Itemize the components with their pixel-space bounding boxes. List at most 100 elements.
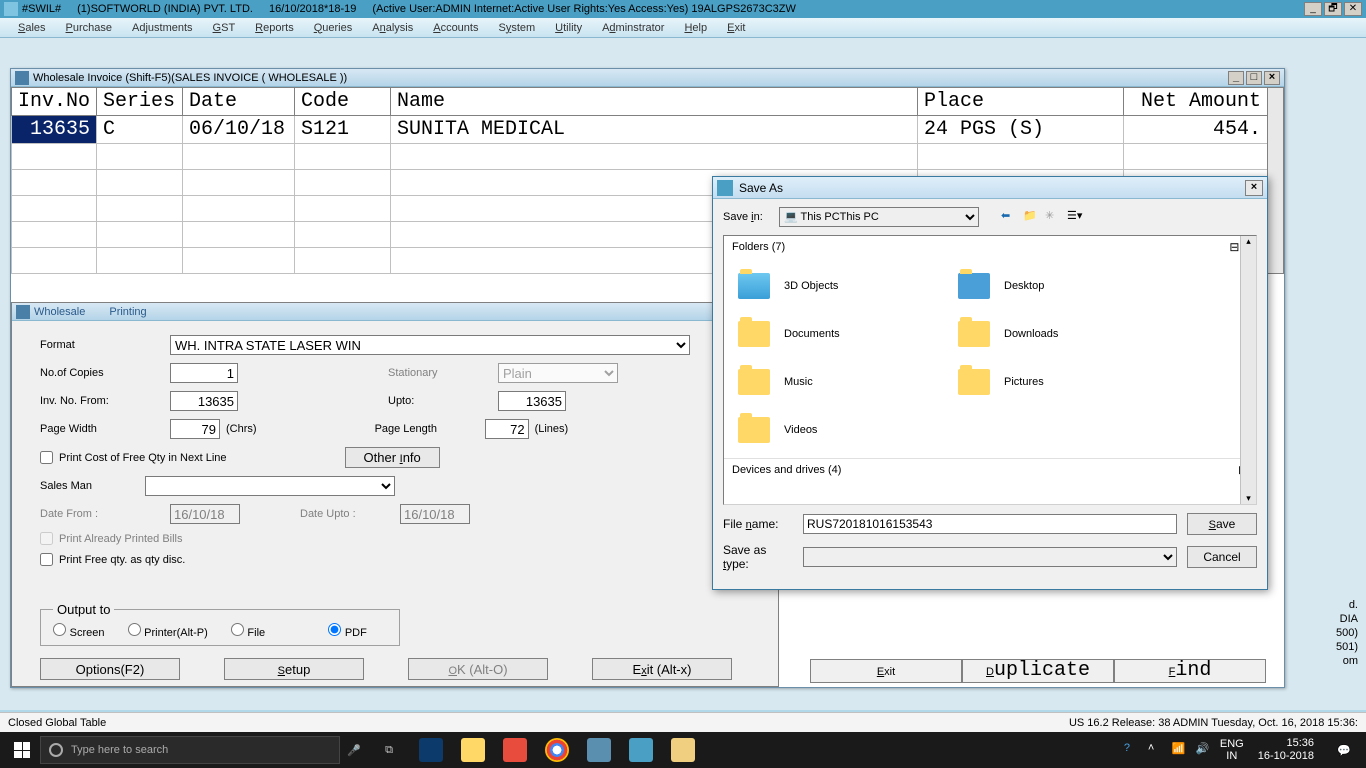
cell-amount[interactable]: 454. bbox=[1124, 116, 1268, 144]
volume-icon[interactable]: 🔊 bbox=[1196, 742, 1212, 758]
cell-place[interactable]: 24 PGS (S) bbox=[918, 116, 1124, 144]
folder-item[interactable]: Videos bbox=[732, 406, 952, 454]
menu-queries[interactable]: Queries bbox=[304, 20, 363, 36]
lang1[interactable]: ENG bbox=[1220, 738, 1244, 750]
menu-accounts[interactable]: Accounts bbox=[423, 20, 488, 36]
pagewidth-input[interactable] bbox=[170, 419, 220, 439]
folder-item[interactable]: Pictures bbox=[952, 358, 1172, 406]
taskbar-app-swil[interactable] bbox=[620, 733, 662, 767]
help-tray-icon[interactable]: ? bbox=[1124, 742, 1140, 758]
task-view-icon[interactable]: ⧉ bbox=[368, 733, 410, 767]
maximize-icon[interactable]: □ bbox=[1246, 71, 1262, 85]
options-button[interactable]: Options(F2) bbox=[40, 658, 180, 680]
grid-scrollbar[interactable] bbox=[1268, 88, 1284, 274]
minimize-icon[interactable]: _ bbox=[1228, 71, 1244, 85]
table-row[interactable]: 13635 C 06/10/18 S121 SUNITA MEDICAL 24 … bbox=[12, 116, 1284, 144]
folder-item[interactable]: 3D Objects bbox=[732, 262, 952, 310]
lang2[interactable]: IN bbox=[1220, 750, 1244, 762]
exit-print-button[interactable]: Exit (Alt-x) bbox=[592, 658, 732, 680]
save-button[interactable]: Save bbox=[1187, 513, 1257, 535]
taskbar-app-chrome[interactable] bbox=[536, 733, 578, 767]
pagelength-input[interactable] bbox=[485, 419, 529, 439]
menu-purchase[interactable]: Purchase bbox=[56, 20, 122, 36]
table-row[interactable] bbox=[12, 144, 1284, 170]
menu-sales[interactable]: Sales bbox=[8, 20, 56, 36]
collapse-icon[interactable]: ⊟ bbox=[1229, 240, 1239, 254]
menu-system[interactable]: System bbox=[488, 20, 545, 36]
format-select[interactable]: WH. INTRA STATE LASER WIN bbox=[170, 335, 690, 355]
upto-input[interactable] bbox=[498, 391, 566, 411]
menu-utility[interactable]: Utility bbox=[545, 20, 592, 36]
folder-item[interactable]: Downloads bbox=[952, 310, 1172, 358]
menu-adjustments[interactable]: Adjustments bbox=[122, 20, 203, 36]
clock[interactable]: 15:36 16-10-2018 bbox=[1252, 737, 1320, 763]
col-invno[interactable]: Inv.No bbox=[12, 88, 97, 116]
menu-gst[interactable]: GST bbox=[203, 20, 246, 36]
savein-select[interactable]: 💻 This PCThis PC bbox=[779, 207, 979, 227]
taskbar-app[interactable] bbox=[410, 733, 452, 767]
menu-exit[interactable]: Exit bbox=[717, 20, 755, 36]
radio-printer[interactable] bbox=[128, 623, 141, 636]
cell-name[interactable]: SUNITA MEDICAL bbox=[391, 116, 918, 144]
network-icon[interactable]: 📶 bbox=[1172, 742, 1188, 758]
col-name[interactable]: Name bbox=[391, 88, 918, 116]
taskbar-app-paint[interactable] bbox=[662, 733, 704, 767]
folder-item[interactable]: Desktop bbox=[952, 262, 1172, 310]
radio-pdf[interactable] bbox=[328, 623, 341, 636]
radio-file-label[interactable]: File bbox=[231, 623, 265, 639]
menu-admin[interactable]: Adminstrator bbox=[592, 20, 674, 36]
radio-pdf-label[interactable]: PDF bbox=[328, 623, 367, 639]
back-icon[interactable]: ⬅ bbox=[1001, 209, 1017, 225]
savetype-select[interactable] bbox=[803, 547, 1177, 567]
col-place[interactable]: Place bbox=[918, 88, 1124, 116]
filename-input[interactable] bbox=[803, 514, 1177, 534]
minimize-button[interactable]: _ bbox=[1304, 2, 1322, 16]
saveas-title: Save As bbox=[739, 181, 1245, 195]
exit-button[interactable]: Exit bbox=[810, 659, 962, 683]
salesman-select[interactable] bbox=[145, 476, 395, 496]
cell-date[interactable]: 06/10/18 bbox=[183, 116, 295, 144]
cell-series[interactable]: C bbox=[97, 116, 183, 144]
col-date[interactable]: Date bbox=[183, 88, 295, 116]
menu-analysis[interactable]: Analysis bbox=[362, 20, 423, 36]
radio-printer-label[interactable]: Printer(Alt-P) bbox=[128, 623, 208, 639]
radio-screen[interactable] bbox=[53, 623, 66, 636]
invfrom-input[interactable] bbox=[170, 391, 238, 411]
radio-file[interactable] bbox=[231, 623, 244, 636]
radio-screen-label[interactable]: Screen bbox=[53, 623, 104, 639]
taskbar-app-explorer[interactable] bbox=[452, 733, 494, 767]
cancel-button[interactable]: Cancel bbox=[1187, 546, 1257, 568]
chk-free-cost[interactable] bbox=[40, 451, 53, 464]
tray-up-icon[interactable]: ˄ bbox=[1148, 742, 1164, 758]
taskbar-app[interactable] bbox=[578, 733, 620, 767]
restore-button[interactable]: 🗗 bbox=[1324, 2, 1342, 16]
file-pane[interactable]: Folders (7) ⊟ ▴ 3D Objects Desktop Docum… bbox=[723, 235, 1257, 505]
close-icon[interactable]: × bbox=[1264, 71, 1280, 85]
search-box[interactable]: Type here to search bbox=[40, 736, 340, 764]
find-button[interactable]: Find bbox=[1114, 659, 1266, 683]
cell-invno[interactable]: 13635 bbox=[12, 116, 97, 144]
folder-item[interactable]: Music bbox=[732, 358, 952, 406]
taskbar-app[interactable] bbox=[494, 733, 536, 767]
copies-input[interactable] bbox=[170, 363, 238, 383]
otherinfo-button[interactable]: Other Info bbox=[345, 447, 440, 468]
up-folder-icon[interactable]: 📁 bbox=[1023, 209, 1039, 225]
col-amount[interactable]: Net Amount bbox=[1124, 88, 1268, 116]
close-button[interactable]: ✕ bbox=[1344, 2, 1362, 16]
chk-freeqty[interactable] bbox=[40, 553, 53, 566]
new-folder-icon[interactable]: ✳ bbox=[1045, 209, 1061, 225]
notification-icon[interactable]: 💬 bbox=[1326, 736, 1362, 764]
folder-item[interactable]: Documents bbox=[732, 310, 952, 358]
duplicate-button[interactable]: Duplicate bbox=[962, 659, 1114, 683]
view-menu-icon[interactable]: ☰▾ bbox=[1067, 209, 1083, 225]
setup-button[interactable]: Setup bbox=[224, 658, 364, 680]
saveas-close-icon[interactable]: × bbox=[1245, 180, 1263, 196]
menu-help[interactable]: Help bbox=[674, 20, 717, 36]
start-button[interactable] bbox=[4, 736, 40, 764]
mic-icon[interactable]: 🎤 bbox=[340, 736, 368, 764]
file-pane-scrollbar[interactable]: ▴▾ bbox=[1240, 236, 1256, 504]
menu-reports[interactable]: Reports bbox=[245, 20, 304, 36]
cell-code[interactable]: S121 bbox=[295, 116, 391, 144]
col-series[interactable]: Series bbox=[97, 88, 183, 116]
col-code[interactable]: Code bbox=[295, 88, 391, 116]
